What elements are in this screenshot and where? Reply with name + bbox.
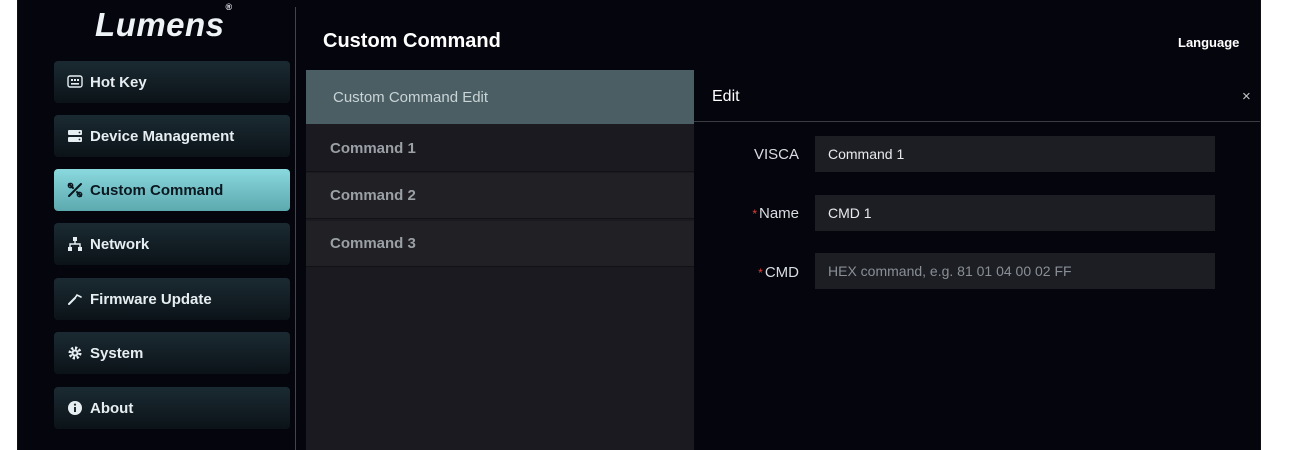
sidebar-item-about[interactable]: About [54,387,290,429]
sidebar-item-device-management[interactable]: Device Management [54,115,290,157]
command-list-item-3[interactable]: Command 3 [306,221,694,267]
logo-registered-mark: ® [225,2,233,12]
sidebar-item-label: Hot Key [90,73,147,91]
sidebar-item-label: Device Management [90,127,235,145]
edit-header-separator [694,121,1260,122]
command-list-header: Custom Command Edit [306,70,694,124]
sidebar-item-firmware-update[interactable]: Firmware Update [54,278,290,320]
language-button[interactable]: Language [1178,35,1239,50]
name-label-text: Name [758,205,799,222]
sidebar-item-label: Custom Command [90,181,224,199]
gear-icon [66,344,84,362]
app-window: Lumens® Hot Key Device Management Custom… [18,0,1260,450]
server-icon [66,127,84,145]
edit-title: Edit [712,88,740,105]
info-icon [66,399,84,417]
keyboard-icon [66,73,84,91]
sidebar-item-custom-command[interactable]: Custom Command [54,169,290,211]
network-icon [66,235,84,253]
logo: Lumens® [95,2,233,44]
page-title: Custom Command [323,30,501,52]
command-list-item-2[interactable]: Command 2 [306,173,694,219]
sidebar-item-hot-key[interactable]: Hot Key [54,61,290,103]
sidebar: Lumens® Hot Key Device Management Custom… [18,0,295,450]
command-list-item-1[interactable]: Command 1 [306,126,694,172]
edit-panel: Edit × VISCA *Name *CMD [694,70,1260,450]
sidebar-item-label: About [90,399,134,417]
sidebar-item-network[interactable]: Network [54,223,290,265]
required-marker: * [752,207,757,221]
sidebar-item-label: System [90,344,144,362]
sidebar-item-system[interactable]: System [54,332,290,374]
visca-field[interactable] [815,136,1215,172]
command-list-panel: Custom Command Edit Command 1 Command 2 … [306,70,694,450]
required-marker: * [758,266,763,280]
name-label: * Name [694,205,799,222]
tools-icon [66,181,84,199]
sidebar-item-label: Network [90,235,150,253]
close-icon[interactable]: × [1242,88,1251,105]
sidebar-divider [295,7,296,450]
logo-text: Lumens [95,6,225,43]
outer-frame-right [1260,0,1261,450]
wrench-icon [66,290,84,308]
name-field[interactable] [815,195,1215,231]
visca-label: VISCA [694,146,799,163]
sidebar-item-label: Firmware Update [90,290,212,308]
cmd-label: * CMD [694,264,799,281]
cmd-field[interactable] [815,253,1215,289]
visca-label-text: VISCA [753,146,799,163]
cmd-label-text: CMD [764,264,799,281]
